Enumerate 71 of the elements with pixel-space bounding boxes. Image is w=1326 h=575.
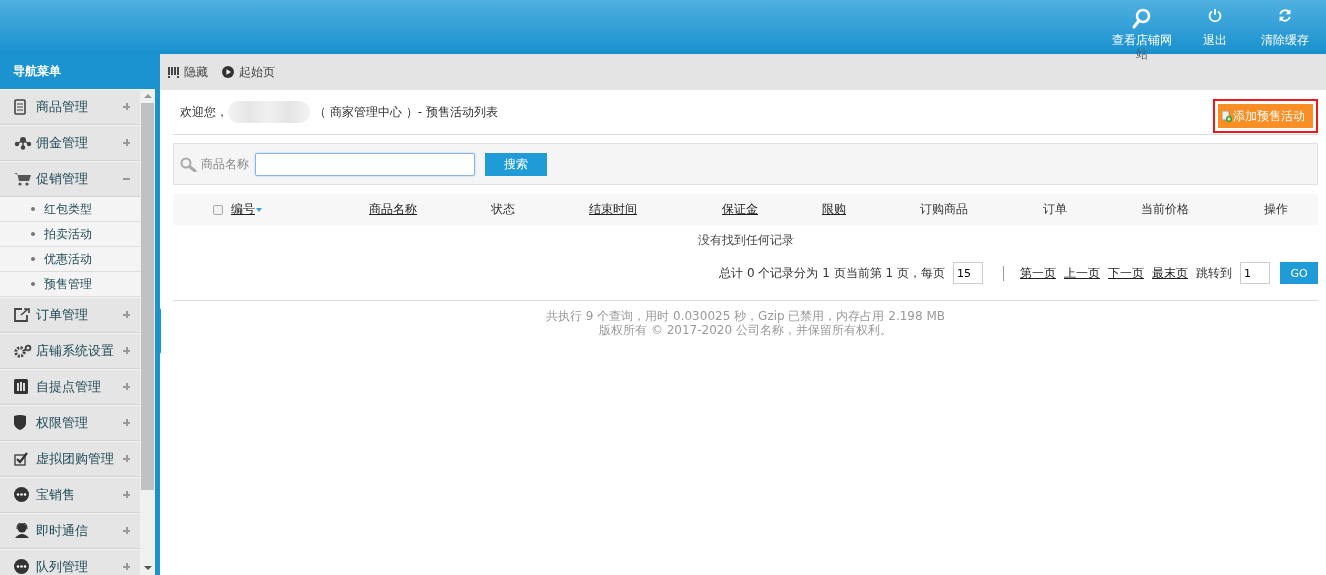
menu-label: 商品管理 <box>36 97 89 116</box>
network-icon <box>14 135 32 150</box>
add-file-icon <box>1222 110 1232 122</box>
column-header-link[interactable]: 限购 <box>822 201 846 218</box>
play-icon <box>222 66 234 78</box>
menu-label: 订单管理 <box>36 305 89 324</box>
page-link[interactable]: 第一页 <box>1020 264 1056 282</box>
menu-item[interactable]: 宝销售 <box>0 477 140 513</box>
menu-label: 佣金管理 <box>36 133 89 152</box>
user-icon <box>14 523 30 538</box>
cart-icon <box>14 171 32 186</box>
menu-label: 即时通信 <box>36 521 89 540</box>
page-title: （ 商家管理中心 ）- 预售活动列表 <box>314 103 499 121</box>
menu-label: 权限管理 <box>36 413 89 432</box>
more-icon <box>14 487 29 502</box>
search-field[interactable] <box>255 152 475 176</box>
column-header-link[interactable]: 结束时间 <box>589 201 637 218</box>
menu-label: 队列管理 <box>36 557 89 575</box>
notepad-icon <box>14 98 26 115</box>
shield-icon <box>14 415 26 430</box>
menu-item[interactable]: 虚拟团购管理 <box>0 441 140 477</box>
submenu-item[interactable]: 红包类型 <box>0 197 140 222</box>
more-icon <box>14 559 29 574</box>
bars-icon <box>168 66 179 78</box>
toolbar-button[interactable]: 起始页 <box>222 63 275 81</box>
search-icon <box>180 156 197 172</box>
menu-item[interactable]: 订单管理 <box>0 297 140 333</box>
search-label: 商品名称 <box>201 155 249 173</box>
column-header: 操作 <box>1264 201 1288 218</box>
jump-page-field[interactable]: 1 <box>1240 262 1270 284</box>
toolbar-button[interactable]: 隐藏 <box>168 63 208 81</box>
footer-text: 共执行 9 个查询，用时 0.030025 秒，Gzip 已禁用，内存占用 2.198 MB <box>544 309 947 323</box>
page-link[interactable]: 上一页 <box>1064 264 1100 282</box>
menu-item[interactable]: 店铺系统设置 <box>0 333 140 369</box>
column-header-link[interactable]: 商品名称 <box>369 201 417 218</box>
briefcase-icon <box>14 379 28 394</box>
menu-item[interactable]: 队列管理 <box>0 549 140 575</box>
column-header: 状态 <box>491 201 515 218</box>
menu-label: 促销管理 <box>36 169 89 188</box>
submenu-item[interactable]: 预售管理 <box>0 272 140 297</box>
menu-label: 店铺系统设置 <box>36 341 115 360</box>
search-icon <box>1132 8 1152 30</box>
menu-item[interactable]: 自提点管理 <box>0 369 140 405</box>
jump-label: 跳转到 <box>1196 264 1232 282</box>
menu-item[interactable]: 即时通信 <box>0 513 140 549</box>
page-link[interactable]: 最末页 <box>1152 264 1188 282</box>
column-header-link[interactable]: 编号 <box>231 201 262 218</box>
menu-item[interactable]: 佣金管理 <box>0 125 140 161</box>
select-all-checkbox[interactable] <box>213 204 223 215</box>
welcome-text: 欢迎您， <box>180 103 228 121</box>
column-header-link[interactable]: 保证金 <box>722 201 758 218</box>
page-link[interactable]: 下一页 <box>1108 264 1144 282</box>
menu-item[interactable]: 促销管理 <box>0 161 140 197</box>
column-header: 订购商品 <box>920 201 968 218</box>
menu-label: 宝销售 <box>36 485 76 504</box>
per-page-field[interactable]: 15 <box>953 262 983 284</box>
column-header: 订单 <box>1043 201 1067 218</box>
nav-title: 导航菜单 <box>0 54 155 89</box>
footer-text: 版权所有 © 2017-2020 公司名称，并保留所有权利。 <box>598 323 893 337</box>
page-summary: 总计 0 个记录分为 1 页当前第 1 页，每页 <box>719 264 945 282</box>
column-header: 当前价格 <box>1141 201 1189 218</box>
edit-icon <box>14 307 30 322</box>
menu-item[interactable]: 权限管理 <box>0 405 140 441</box>
menu-item[interactable]: 商品管理 <box>0 89 140 125</box>
checkbox-icon <box>14 451 28 466</box>
empty-message: 没有找到任何记录 <box>696 232 795 249</box>
submenu-item[interactable]: 优惠活动 <box>0 247 140 272</box>
menu-label: 虚拟团购管理 <box>36 449 115 468</box>
submenu-item[interactable]: 拍卖活动 <box>0 222 140 247</box>
gears-icon <box>14 343 32 358</box>
menu-label: 自提点管理 <box>36 377 102 396</box>
